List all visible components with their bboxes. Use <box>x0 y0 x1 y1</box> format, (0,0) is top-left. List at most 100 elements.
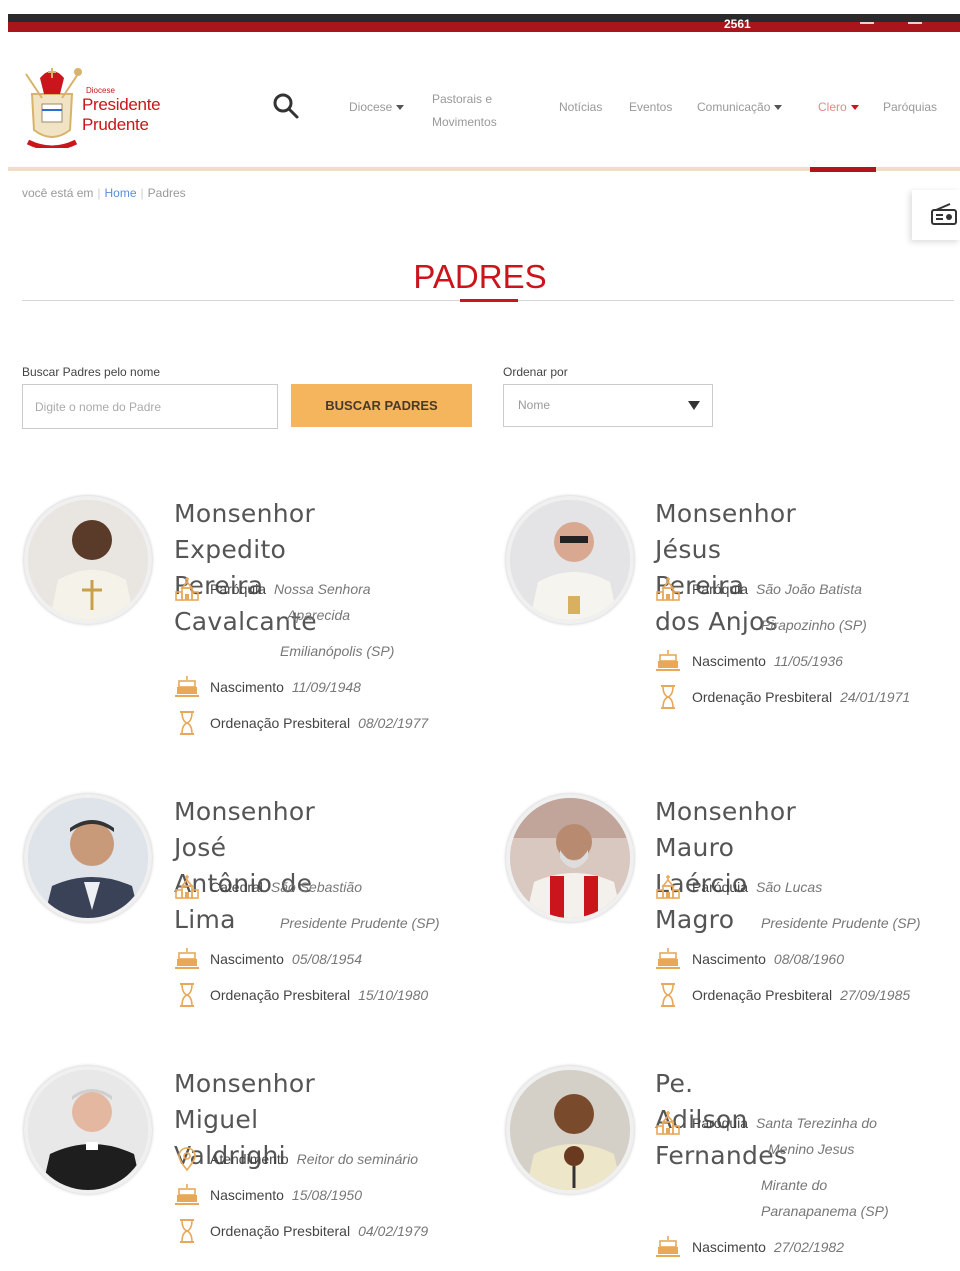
title-accent <box>460 299 518 302</box>
nav-comunicacao-label: Comunicação <box>697 100 771 114</box>
search-input[interactable] <box>22 384 278 429</box>
ordination-label: Ordenação Presbiteral <box>692 987 833 1003</box>
radio-icon <box>931 203 957 225</box>
priest-birth: Nascimento 11/05/1936 <box>692 653 843 669</box>
birthday-cake-icon <box>174 1183 200 1205</box>
minimize-icon[interactable] <box>860 22 874 24</box>
birthday-cake-icon <box>655 1235 681 1257</box>
birth-label: Nascimento <box>692 951 766 967</box>
top-bar-dark-strip <box>8 14 960 22</box>
priest-name-line1: Monsenhor Miguel <box>174 1069 316 1134</box>
parish-city-line1: Mirante do <box>761 1177 828 1193</box>
priest-photo[interactable] <box>24 1066 152 1194</box>
search-priests-button[interactable]: BUSCAR PADRES <box>291 384 472 427</box>
chevron-down-icon <box>396 105 405 111</box>
parish-label: Paróquia <box>692 581 749 597</box>
priest-name-line1: Monsenhor Mauro <box>655 797 797 862</box>
parish-value: São João Batista <box>756 581 862 597</box>
church-icon <box>656 874 680 899</box>
nav-clero[interactable]: Clero <box>818 100 859 114</box>
ordination-date: 27/09/1985 <box>840 987 911 1003</box>
nav-clero-label: Clero <box>818 100 847 114</box>
parish-value-line2: Menino Jesus <box>768 1141 855 1157</box>
priest-birth: Nascimento 15/08/1950 <box>210 1187 362 1203</box>
birth-date: 11/05/1936 <box>773 653 843 669</box>
birth-date: 11/09/1948 <box>291 679 361 695</box>
birthday-cake-icon <box>655 947 681 969</box>
nav-active-indicator <box>810 167 876 172</box>
priest-ordination: Ordenação Presbiteral 15/10/1980 <box>210 987 428 1003</box>
ordination-date: 04/02/1979 <box>358 1223 429 1239</box>
nav-eventos[interactable]: Eventos <box>629 100 672 114</box>
nav-noticias[interactable]: Notícias <box>559 100 602 114</box>
priest-photo[interactable] <box>24 794 152 922</box>
priest-photo[interactable] <box>506 496 634 624</box>
page-title: PADRES <box>413 258 547 295</box>
parish-label: Paróquia <box>210 581 267 597</box>
search-icon[interactable] <box>272 92 300 120</box>
priest-parish: Catedral São Sebastião <box>210 879 362 895</box>
hourglass-icon <box>660 685 676 709</box>
priest-photo[interactable] <box>506 794 634 922</box>
church-icon <box>175 576 199 601</box>
chevron-down-icon <box>850 105 859 111</box>
birth-date: 08/08/1960 <box>773 951 844 967</box>
priest-parish: Paróquia São Lucas <box>692 879 822 895</box>
parish-value-line2: Aparecida <box>287 607 351 623</box>
ordination-date: 08/02/1977 <box>358 715 429 731</box>
hourglass-icon <box>179 1219 195 1243</box>
church-icon <box>175 874 199 899</box>
close-icon[interactable] <box>908 22 922 24</box>
parish-city: Pirapozinho (SP) <box>761 617 867 633</box>
priest-ordination: Ordenação Presbiteral 04/02/1979 <box>210 1223 428 1239</box>
ordination-date: 24/01/1971 <box>840 689 911 705</box>
priest-birth: Nascimento 05/08/1954 <box>210 951 362 967</box>
nav-pastorais-line1: Pastorais e <box>432 92 493 106</box>
parish-city: Emilianópolis (SP) <box>280 643 395 659</box>
breadcrumb-home-link[interactable]: Home <box>105 186 137 200</box>
priest-attendance: Atendimento Reitor do seminário <box>210 1151 418 1167</box>
ordination-label: Ordenação Presbiteral <box>210 987 351 1003</box>
priest-parish: Paróquia Nossa Senhora <box>210 581 371 597</box>
hourglass-icon <box>179 983 195 1007</box>
priest-photo[interactable] <box>506 1066 634 1194</box>
parish-label: Paróquia <box>692 1115 749 1131</box>
attendance-label: Atendimento <box>210 1151 289 1167</box>
birth-label: Nascimento <box>210 679 284 695</box>
nav-diocese[interactable]: Diocese <box>349 100 405 114</box>
nav-comunicacao[interactable]: Comunicação <box>697 100 783 114</box>
birth-label: Nascimento <box>210 951 284 967</box>
breadcrumb-separator: | <box>140 186 144 200</box>
order-label: Ordenar por <box>503 365 568 379</box>
birth-label: Nascimento <box>692 1239 766 1255</box>
site-logo[interactable]: Diocese Presidente Prudente <box>20 64 230 148</box>
priest-photo[interactable] <box>24 496 152 624</box>
priest-birth: Nascimento 11/09/1948 <box>210 679 361 695</box>
priest-parish: Paróquia São João Batista <box>692 581 862 597</box>
priest-ordination: Ordenação Presbiteral 08/02/1977 <box>210 715 428 731</box>
priest-ordination: Ordenação Presbiteral 27/09/1985 <box>692 987 910 1003</box>
parish-city-line2: Paranapanema (SP) <box>761 1203 889 1219</box>
diocese-crest-icon <box>25 68 82 148</box>
nav-paroquias[interactable]: Paróquias <box>883 100 937 114</box>
breadcrumb-current: Padres <box>147 186 186 200</box>
chevron-down-icon <box>774 105 783 111</box>
church-icon <box>656 576 680 601</box>
logo-small-text: Diocese <box>86 86 115 95</box>
ordination-label: Ordenação Presbiteral <box>210 1223 351 1239</box>
parish-label: Catedral <box>210 879 263 895</box>
order-select[interactable]: Nome <box>503 384 713 427</box>
parish-value: São Lucas <box>756 879 823 895</box>
top-bar: 2561 <box>8 14 960 32</box>
location-pin-icon <box>178 1147 196 1171</box>
order-select-value: Nome <box>518 398 551 412</box>
nav-pastorais[interactable]: Pastorais e Movimentos <box>432 88 497 134</box>
church-icon <box>656 1110 680 1135</box>
birthday-cake-icon <box>655 649 681 671</box>
nav-diocese-label: Diocese <box>349 100 393 114</box>
birth-label: Nascimento <box>692 653 766 669</box>
radio-widget-tab[interactable] <box>912 190 960 240</box>
hourglass-icon <box>179 711 195 735</box>
parish-city: Presidente Prudente (SP) <box>280 915 440 931</box>
priest-name-line1: Monsenhor Expedito <box>174 499 316 564</box>
